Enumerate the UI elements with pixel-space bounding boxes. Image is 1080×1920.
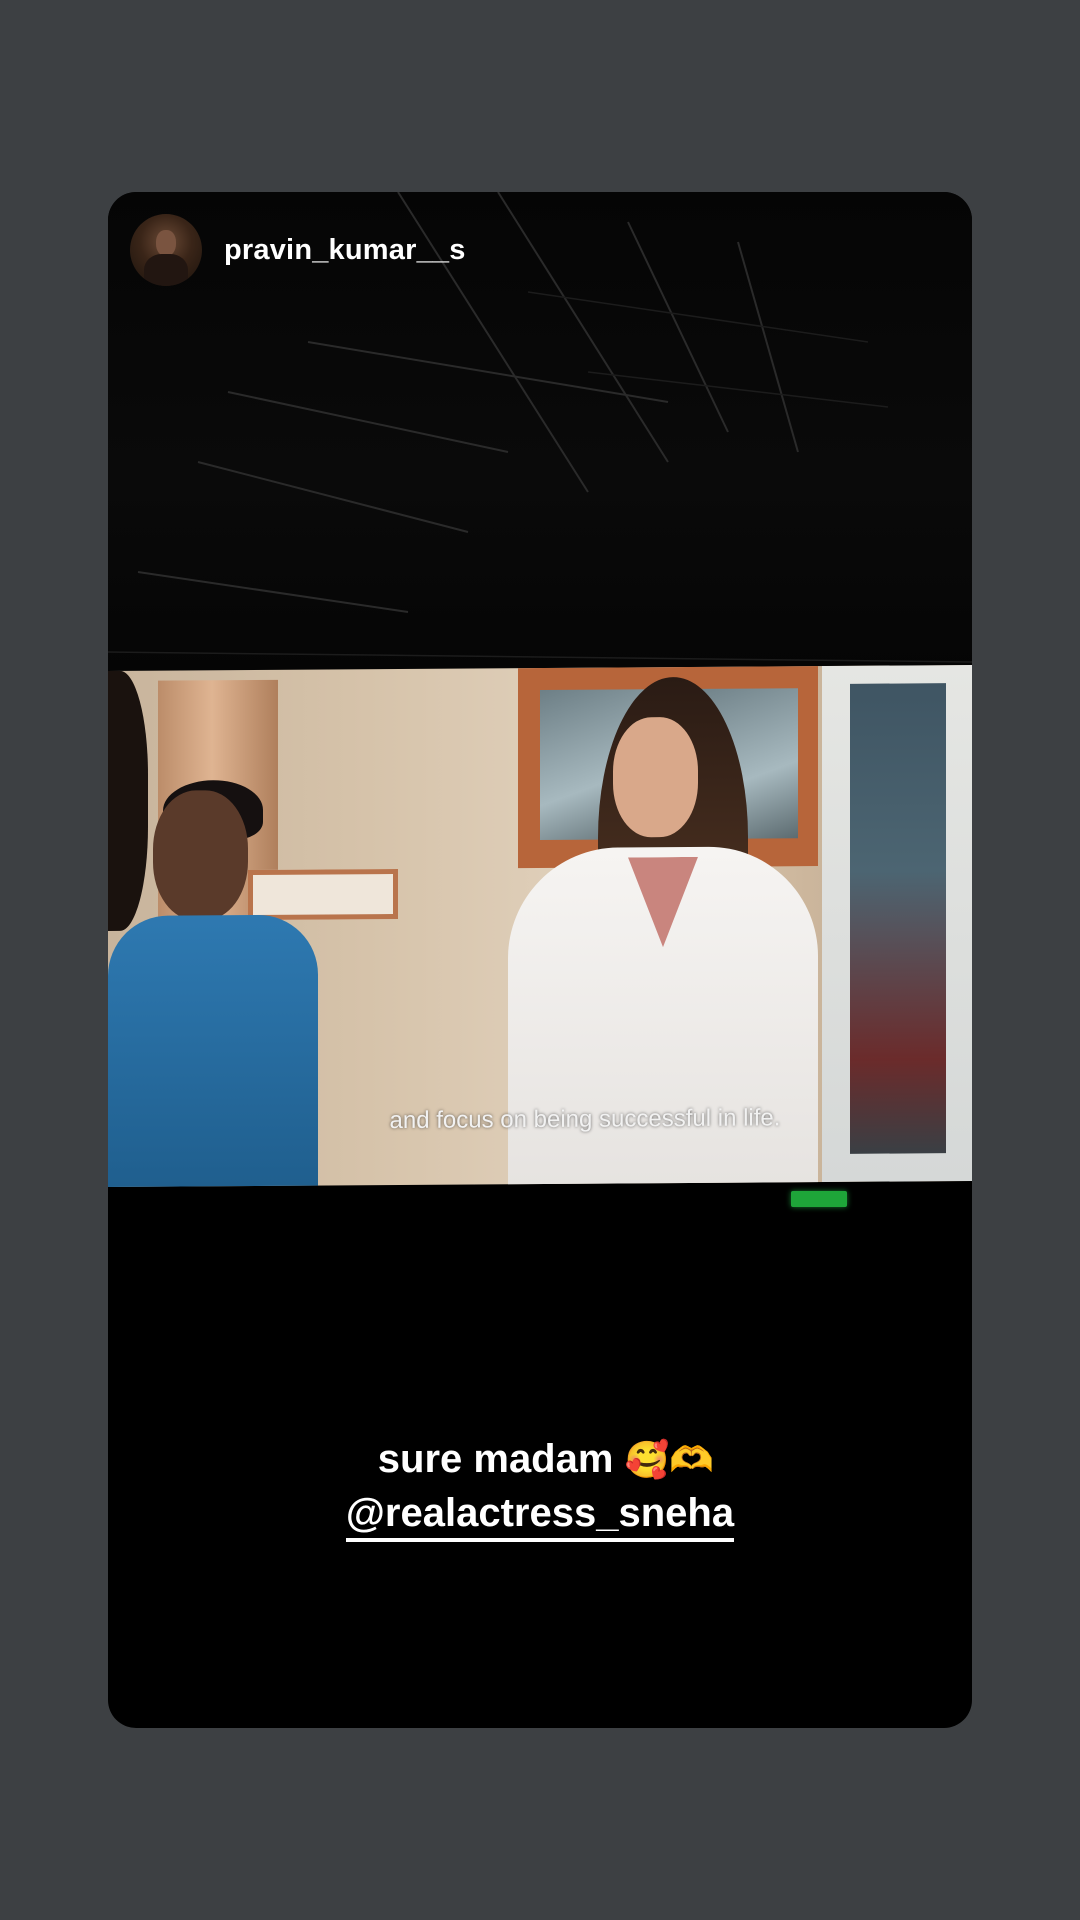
- doctor-face: [613, 716, 698, 838]
- avatar-body: [144, 254, 188, 286]
- nurse-uniform: [108, 914, 318, 1188]
- exit-sign: [791, 1191, 847, 1207]
- story-viewer: pravin_kumar__s and focus on being succe…: [0, 0, 1080, 1920]
- caption-text: sure madam: [377, 1437, 614, 1481]
- profile-avatar[interactable]: [130, 214, 202, 286]
- story-caption: sure madam 🥰🫶 @realactress_sneha: [108, 1432, 972, 1542]
- shelf-inner: [850, 683, 946, 1154]
- emoji-icon: 🥰🫶: [624, 1440, 715, 1481]
- mention-sticker[interactable]: @realactress_sneha: [345, 1488, 735, 1542]
- caption-line: sure madam 🥰🫶: [108, 1432, 972, 1488]
- nurse-head: [153, 790, 248, 921]
- story-card[interactable]: pravin_kumar__s and focus on being succe…: [108, 192, 972, 1728]
- movie-screen: and focus on being successful in life.: [108, 664, 972, 1188]
- story-header: pravin_kumar__s: [130, 214, 466, 286]
- username-label[interactable]: pravin_kumar__s: [224, 234, 466, 267]
- avatar-face: [156, 230, 176, 256]
